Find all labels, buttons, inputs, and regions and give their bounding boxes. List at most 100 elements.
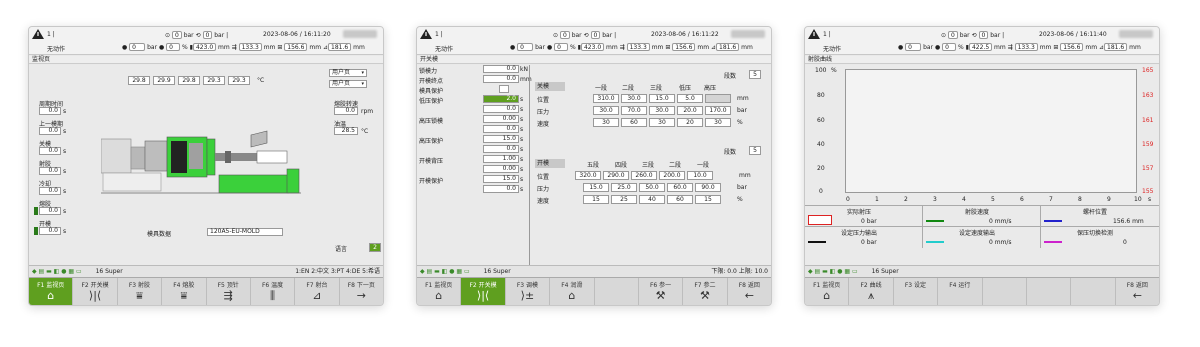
f1-monitor-button[interactable]: F1 监视页 ⌂ <box>29 278 74 305</box>
f7-empty-button[interactable] <box>1071 278 1116 305</box>
close-mold-value: 0.0 <box>39 147 61 155</box>
f6-empty-button[interactable] <box>1027 278 1072 305</box>
blurred-badge <box>343 30 377 38</box>
open-segments-value[interactable]: 5 <box>749 146 761 155</box>
injection-icon: ⊞ <box>277 44 283 51</box>
legend-screw-position[interactable]: 螺杆位置 156.6 mm <box>1041 206 1159 227</box>
temp-zone-2[interactable]: 29.9 <box>153 76 175 85</box>
machine-mode: 无动作 <box>435 46 454 53</box>
user-page-select[interactable]: 用户页 <box>329 80 367 88</box>
left-panel: 锁模力 0.0 kN 开模终点 0.0 mm 模具保护 低压保护 2.0 s 0.0 s… <box>419 65 532 193</box>
warning-icon[interactable] <box>808 29 820 39</box>
mold-open-close-screen: 1 | ⊙ 0 bar ⟲ 0 bar | 2023-08-06 / 16:11… <box>416 26 772 306</box>
f4-lube-button[interactable]: F4 润滑 ⌂ <box>550 278 595 305</box>
temp-zone-5[interactable]: 29.3 <box>228 76 250 85</box>
tray-icons: ◆ ▤ ▬ ◧ ● ▦ ▭ <box>808 268 858 275</box>
legend-actual-pressure[interactable]: 实际射压 0 bar <box>805 206 923 227</box>
user-page-select[interactable]: 用户页 <box>329 69 367 77</box>
warning-icon[interactable] <box>32 29 44 39</box>
y-tick-100: 100 <box>815 67 827 74</box>
temp-zone-4[interactable]: 29.3 <box>203 76 225 85</box>
mold-icon: ⟩|⟨ <box>88 289 102 302</box>
language-value[interactable]: 2 <box>369 243 381 252</box>
machine-mode: 无动作 <box>823 46 842 53</box>
temp-zone-1[interactable]: 29.8 <box>128 76 150 85</box>
ejector-icon: ⇶ <box>231 44 237 51</box>
f5-empty-button[interactable] <box>983 278 1027 305</box>
f2-curve-button[interactable]: F2 曲线 ⩚ <box>849 278 894 305</box>
oil-temp-value: 28.5 <box>334 127 358 135</box>
x-unit: s <box>1148 196 1152 203</box>
page-title: 开关模 <box>417 56 771 64</box>
mold-icon: ⟩|⟨ <box>476 289 490 302</box>
lube-icon: ⌂ <box>568 289 576 302</box>
series-swatch <box>1044 241 1062 243</box>
home-icon: ⌂ <box>823 289 831 302</box>
f1-monitor-button[interactable]: F1 监视页 ⌂ <box>805 278 850 305</box>
injection-value: 0.0 <box>39 167 61 175</box>
f5-empty-button[interactable] <box>595 278 639 305</box>
function-key-bar: F1 监视页 ⌂ F2 开关模 ⟩|⟨ F3 调模 ⟩± F4 润滑 ⌂ F6 参一 ⚒ … <box>417 277 771 305</box>
status-bar: 1 | ⊙ 0 bar ⟲ 0 bar | 2023-08-06 / 16:11… <box>417 27 771 55</box>
mold-data-value[interactable]: 120A5-EU-MOLD <box>207 228 283 236</box>
charge-value: 0.0 <box>39 207 61 215</box>
cycle-time-value: 0.0 <box>39 107 61 115</box>
gear-icon: ● <box>898 44 904 51</box>
close-segments-value[interactable]: 5 <box>749 70 761 79</box>
f4-charge-button[interactable]: F4 熔胶 ⩸ <box>162 278 207 305</box>
series-swatch <box>808 241 826 243</box>
f2-mold-button[interactable]: F2 开关模 ⟩|⟨ <box>461 278 506 305</box>
inject-icon: ⩸ <box>136 289 143 302</box>
monitor-screen: 1 | ⊙ 0 bar ⟲ 0 bar | 2023-08-06 / 16:11… <box>28 26 384 306</box>
f8-back-button[interactable]: F8 返回 ← <box>1116 278 1159 305</box>
function-key-bar: F1 监视页 ⌂ F2 曲线 ⩚ F3 设定 F4 运行 F8 返回 ← <box>805 277 1159 305</box>
machine-mode: 无动作 <box>47 46 66 53</box>
mold-adjust-icon: ⟩± <box>520 289 535 302</box>
user-label: 16 Super <box>871 268 899 275</box>
user-label: 16 Super <box>95 268 123 275</box>
timestamp: 2023-08-06 / 16:11:40 <box>1039 31 1107 38</box>
f2-mold-button[interactable]: F2 开关模 ⟩|⟨ <box>73 278 118 305</box>
f7-carriage-button[interactable]: F7 射台 ⊿ <box>295 278 340 305</box>
injection-icon: ⊞ <box>1053 44 1059 51</box>
timestamp: 2023-08-06 / 16:11:20 <box>263 31 331 38</box>
injection-icon: ⊞ <box>665 44 671 51</box>
tray-bar: ◆ ▤ ▬ ◧ ● ▦ ▭ 16 Super <box>805 265 1159 277</box>
status-bar: 1 | ⊙ 0 bar ⟲ 0 bar | 2023-08-06 / 16:11… <box>29 27 383 55</box>
open-table-header: 开模 <box>535 159 565 168</box>
gear-icon: ● <box>158 44 165 51</box>
alarm-count: 1 | <box>823 31 831 38</box>
machine-illustration <box>101 130 301 194</box>
mold-protect-checkbox[interactable] <box>499 85 509 93</box>
f1-monitor-button[interactable]: F1 监视页 ⌂ <box>417 278 462 305</box>
f8-back-button[interactable]: F8 返回 ← <box>728 278 771 305</box>
temp-zone-3[interactable]: 29.8 <box>178 76 200 85</box>
f5-ejector-button[interactable]: F5 顶针 ⇶ <box>207 278 251 305</box>
f3-mold-adjust-button[interactable]: F3 调模 ⟩± <box>506 278 551 305</box>
f8-next-button[interactable]: F8 下一页 → <box>340 278 383 305</box>
f4-run-button[interactable]: F4 运行 <box>938 278 983 305</box>
clock-icon: ⊙ <box>941 32 947 39</box>
legend-hold-switch[interactable]: 保压切换检测 0 <box>1041 227 1159 248</box>
warning-icon[interactable] <box>420 29 432 39</box>
ejector-icon: ⇶ <box>1007 44 1013 51</box>
timestamp: 2023-08-06 / 16:11:22 <box>651 31 719 38</box>
legend-set-speed[interactable]: 设定速度输出 0 mm/s <box>923 227 1041 248</box>
home-icon: ⌂ <box>435 289 443 302</box>
f3-inject-button[interactable]: F3 射胶 ⩸ <box>118 278 163 305</box>
gear-icon: ● <box>934 44 941 51</box>
legend-inject-speed[interactable]: 射胶速度 0 mm/s <box>923 206 1041 227</box>
tray-bar: ◆ ▤ ▬ ◧ ● ▦ ▭ 16 Super 1:EN 2:中文 3:PT 4:… <box>29 265 383 277</box>
user-label: 16 Super <box>483 268 511 275</box>
legend-set-pressure[interactable]: 设定压力输出 0 bar <box>805 227 923 248</box>
open-end-value[interactable]: 0.0 <box>483 75 519 83</box>
divider <box>529 65 530 265</box>
f6-temp-button[interactable]: F6 温度 ⫼ <box>251 278 296 305</box>
f3-settings-button[interactable]: F3 设定 <box>894 278 939 305</box>
low-pressure-time-value[interactable]: 2.0 <box>483 95 519 103</box>
f7-param2-button[interactable]: F7 参二 ⚒ <box>683 278 728 305</box>
open-mold-value: 0.0 <box>39 227 61 235</box>
mold-data-label: 模具数据 <box>147 231 172 238</box>
f6-param1-button[interactable]: F6 参一 ⚒ <box>639 278 684 305</box>
alarm-count: 1 | <box>47 31 55 38</box>
